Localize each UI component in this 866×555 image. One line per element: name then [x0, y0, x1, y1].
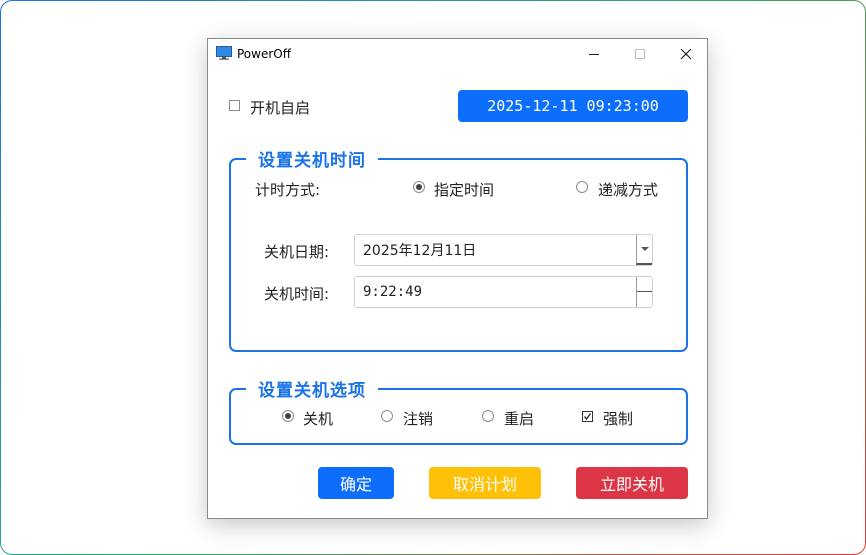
time-value: 9:22:49	[363, 284, 423, 300]
minimize-button[interactable]	[571, 39, 617, 69]
action-label-shutdown[interactable]: 关机	[303, 408, 333, 429]
date-value: 2025年12月11日	[363, 243, 477, 259]
date-label: 关机日期:	[264, 243, 330, 261]
action-radio-restart[interactable]	[482, 410, 494, 422]
close-icon	[680, 48, 692, 60]
chevron-down-icon	[640, 246, 649, 251]
poweroff-window: PowerOff 开机自启 2025-12-11 09:23:00 设置关机时间…	[207, 38, 708, 519]
confirm-button[interactable]: 确定	[318, 467, 394, 499]
autostart-label[interactable]: 开机自启	[250, 97, 310, 118]
options-group-title: 设置关机选项	[246, 376, 378, 401]
close-button[interactable]	[663, 39, 709, 69]
mode-label: 计时方式:	[255, 181, 321, 199]
title-bar[interactable]: PowerOff	[208, 39, 707, 69]
mode-label-countdown[interactable]: 递减方式	[598, 179, 658, 200]
cancel-plan-button[interactable]: 取消计划	[429, 467, 541, 499]
time-spinbox[interactable]: 9:22:49	[354, 276, 653, 308]
maximize-icon	[635, 49, 645, 59]
mode-label-specified[interactable]: 指定时间	[434, 179, 494, 200]
action-radio-shutdown[interactable]	[282, 410, 294, 422]
force-label[interactable]: 强制	[603, 408, 633, 429]
force-checkbox[interactable]	[582, 411, 593, 422]
mode-radio-countdown[interactable]	[576, 181, 588, 193]
mode-radio-specified[interactable]	[413, 181, 425, 193]
maximize-button[interactable]	[617, 39, 663, 69]
date-dropdown-button[interactable]	[636, 235, 652, 265]
action-label-restart[interactable]: 重启	[504, 408, 534, 429]
minimize-icon	[589, 54, 599, 55]
time-spin-buttons[interactable]	[636, 277, 652, 307]
autostart-checkbox[interactable]	[229, 100, 240, 111]
current-time-display: 2025-12-11 09:23:00	[458, 90, 688, 122]
checkmark-icon	[583, 413, 592, 421]
action-label-logoff[interactable]: 注销	[403, 408, 433, 429]
shutdown-now-button[interactable]: 立即关机	[576, 467, 688, 499]
action-radio-logoff[interactable]	[381, 410, 393, 422]
time-label: 关机时间:	[264, 285, 330, 303]
date-picker[interactable]: 2025年12月11日	[354, 234, 653, 266]
window-title: PowerOff	[237, 47, 291, 61]
schedule-group-title: 设置关机时间	[246, 146, 378, 171]
monitor-icon	[216, 46, 232, 60]
